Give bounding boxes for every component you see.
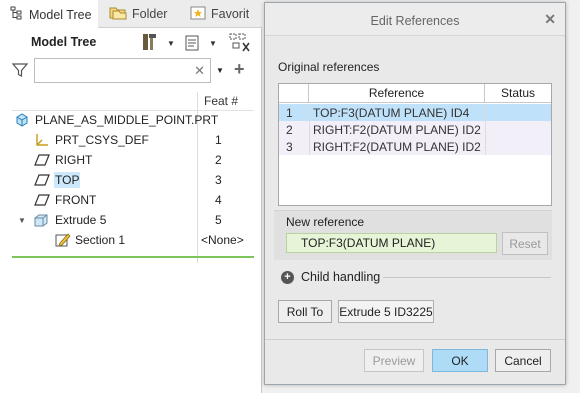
part-icon: [15, 113, 29, 127]
chevron-down-icon[interactable]: ▼: [216, 66, 224, 75]
add-icon[interactable]: +: [234, 59, 245, 80]
dialog-title: Edit References: [370, 14, 460, 28]
folder-icon: [109, 5, 127, 23]
reference-cell: RIGHT:F2(DATUM PLANE) ID2: [313, 122, 481, 137]
ok-button[interactable]: OK: [432, 349, 488, 372]
tree-item-label: FRONT: [55, 193, 97, 207]
tree-row[interactable]: Section 1 <None>: [0, 230, 254, 250]
tree-row[interactable]: PRT_CSYS_DEF 1: [0, 130, 254, 150]
feat-number: <None>: [201, 233, 244, 247]
cell-divider: [485, 138, 486, 155]
sketch-icon: [55, 232, 71, 248]
search-field[interactable]: ✕: [34, 58, 211, 83]
column-header-status[interactable]: Status: [485, 84, 551, 103]
reference-cell: RIGHT:F2(DATUM PLANE) ID2: [313, 139, 481, 154]
column-header-feat[interactable]: Feat #: [204, 94, 238, 108]
feat-number: 2: [215, 153, 222, 167]
insert-here-indicator[interactable]: [12, 256, 254, 258]
tree-row[interactable]: RIGHT 2: [0, 150, 254, 170]
references-table: Reference Status 1 TOP:F3(DATUM PLANE) I…: [278, 83, 552, 206]
navigator-tabs: Model Tree Folder Browser Favorites: [0, 0, 262, 29]
cell-divider: [309, 121, 310, 138]
tab-label: Favorites: [211, 7, 249, 21]
reset-button[interactable]: Reset: [502, 232, 548, 255]
edit-references-dialog: Edit References ✕ Original references Re…: [264, 2, 566, 385]
tree-icon: [10, 6, 24, 23]
feat-number: 3: [215, 173, 222, 187]
row-number: 3: [286, 139, 293, 154]
tab-label: Folder Browser: [132, 7, 170, 21]
csys-icon: [34, 132, 50, 148]
child-handling-label[interactable]: Child handling: [301, 270, 380, 284]
list-settings-icon: [184, 34, 202, 55]
cell-divider: [309, 104, 310, 121]
tree-row[interactable]: ▼ Extrude 5 5: [0, 210, 254, 230]
tree-filters-button[interactable]: [140, 32, 160, 55]
table-row[interactable]: 2 RIGHT:F2(DATUM PLANE) ID2: [279, 121, 551, 138]
tree-item-label: Section 1: [75, 233, 126, 247]
original-references-label: Original references: [278, 60, 380, 74]
reference-cell: TOP:F3(DATUM PLANE) ID4: [313, 105, 470, 120]
expand-plus-icon[interactable]: +: [281, 271, 294, 284]
star-icon: [190, 6, 206, 23]
new-reference-field[interactable]: TOP:F3(DATUM PLANE): [286, 233, 497, 253]
feat-number: 5: [215, 213, 222, 227]
tree-row[interactable]: PLANE_AS_MIDDLE_POINT.PRT: [0, 110, 254, 130]
chevron-down-icon[interactable]: ▼: [167, 39, 175, 48]
tab-model-tree[interactable]: Model Tree: [0, 0, 98, 29]
tree-item-label: PLANE_AS_MIDDLE_POINT.PRT: [35, 113, 219, 127]
row-number: 2: [286, 122, 293, 137]
column-header-number: [279, 84, 309, 103]
table-row[interactable]: 1 TOP:F3(DATUM PLANE) ID4: [279, 104, 551, 121]
cancel-button[interactable]: Cancel: [495, 349, 551, 372]
row-number: 1: [286, 105, 293, 120]
tree-item-label: TOP: [54, 172, 81, 188]
dialog-titlebar[interactable]: Edit References ✕: [265, 3, 565, 36]
tree-columns-icon: [229, 33, 251, 56]
feat-number: 4: [215, 193, 222, 207]
preview-button[interactable]: Preview: [364, 349, 424, 372]
tree-item-label: PRT_CSYS_DEF: [55, 133, 149, 147]
filter-icon[interactable]: [11, 62, 29, 81]
divider: [383, 277, 551, 278]
feat-number: 1: [215, 133, 222, 147]
expand-toggle-icon[interactable]: ▼: [18, 216, 26, 225]
tab-label: Model Tree: [29, 7, 92, 22]
tab-folder-browser[interactable]: Folder Browser: [103, 0, 175, 28]
datum-plane-icon: [34, 194, 50, 206]
clear-icon[interactable]: ✕: [194, 63, 205, 79]
tree-columns-button[interactable]: [229, 33, 251, 56]
tree-row[interactable]: FRONT 4: [0, 190, 254, 210]
tree-item-label: Extrude 5: [55, 213, 107, 227]
cell-divider: [485, 121, 486, 138]
column-header-reference[interactable]: Reference: [309, 84, 485, 103]
roll-to-button[interactable]: Roll To: [278, 300, 332, 323]
roll-to-field[interactable]: Extrude 5 ID3225: [338, 300, 434, 323]
extrude-icon: [33, 213, 49, 228]
cell-divider: [309, 138, 310, 155]
new-reference-label: New reference: [286, 215, 365, 229]
tab-favorites[interactable]: Favorites: [184, 0, 262, 28]
search-input[interactable]: [35, 59, 185, 82]
tree-row-selected[interactable]: TOP 3: [0, 170, 254, 190]
close-icon[interactable]: ✕: [544, 11, 556, 28]
show-button[interactable]: [184, 34, 202, 55]
model-tree-panel: Model Tree Folder Browser Favorites Mode…: [0, 0, 262, 393]
datum-plane-icon: [34, 174, 50, 186]
datum-plane-icon: [34, 154, 50, 166]
cell-divider: [485, 104, 486, 121]
chevron-down-icon[interactable]: ▼: [209, 39, 217, 48]
tree-item-label: RIGHT: [55, 153, 93, 167]
table-row[interactable]: 3 RIGHT:F2(DATUM PLANE) ID2: [279, 138, 551, 155]
tools-icon: [140, 32, 160, 55]
divider: [265, 339, 565, 340]
model-tree-title: Model Tree: [31, 35, 97, 49]
